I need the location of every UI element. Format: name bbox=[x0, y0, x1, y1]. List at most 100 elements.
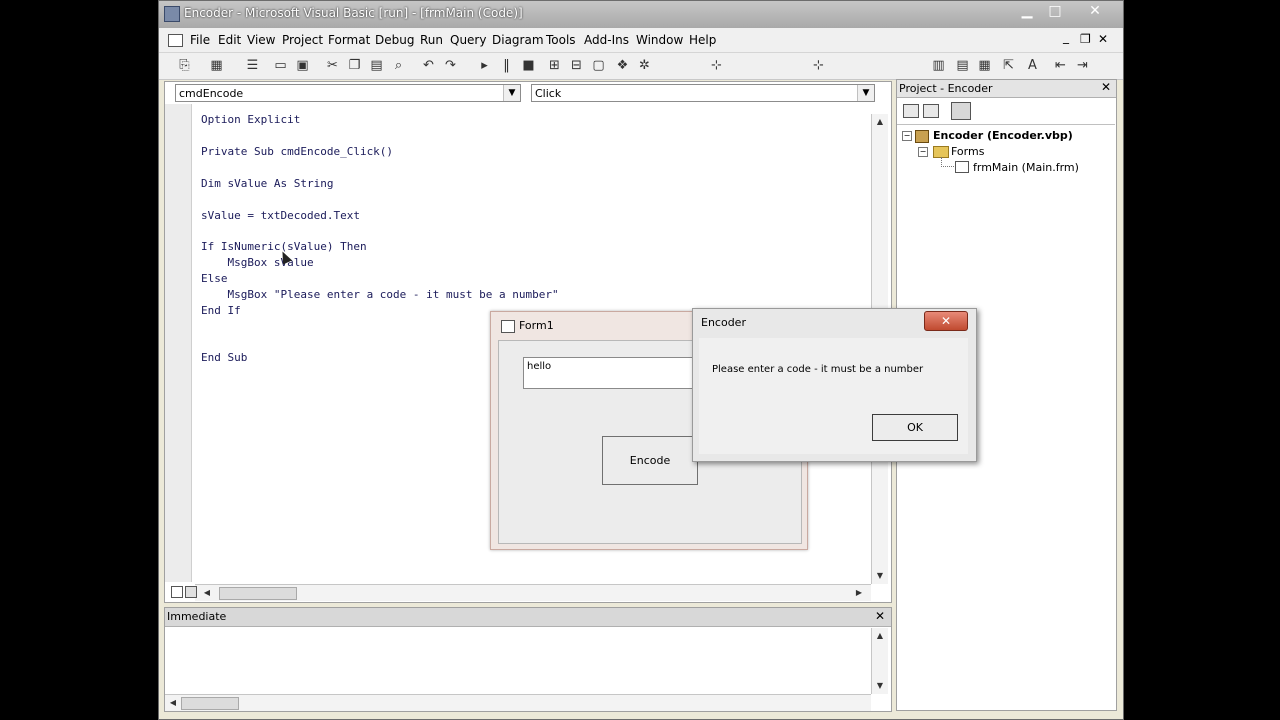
break-icon[interactable]: ‖ bbox=[498, 57, 515, 74]
full-module-view-icon[interactable] bbox=[185, 586, 197, 598]
tree-form-item[interactable]: frmMain (Main.frm) bbox=[973, 161, 1079, 174]
menu-view[interactable]: View bbox=[247, 33, 275, 47]
chevron-down-icon[interactable]: ▼ bbox=[503, 85, 520, 101]
close-window-button[interactable]: ✕ bbox=[1084, 2, 1106, 20]
menu-run[interactable]: Run bbox=[420, 33, 443, 47]
menu-tools[interactable]: Tools bbox=[546, 33, 576, 47]
object-combo-value: cmdEncode bbox=[179, 87, 244, 100]
maximize-button[interactable]: □ bbox=[1044, 2, 1066, 20]
scroll-down-icon[interactable]: ▼ bbox=[872, 678, 888, 694]
immediate-vertical-scrollbar[interactable]: ▲ ▼ bbox=[871, 628, 888, 694]
form-icon bbox=[501, 320, 515, 333]
add-form-icon[interactable]: ▦ bbox=[208, 57, 225, 74]
undo-icon[interactable]: ↶ bbox=[420, 57, 437, 74]
scroll-up-icon[interactable]: ▲ bbox=[872, 628, 888, 644]
save-project-icon[interactable]: ▣ bbox=[294, 57, 311, 74]
code-horizontal-scrollbar[interactable]: ◀ ▶ bbox=[195, 584, 871, 601]
view-object-icon[interactable] bbox=[923, 104, 939, 118]
code-line[interactable]: sValue = txtDecoded.Text bbox=[201, 209, 360, 222]
msgbox-close-button[interactable]: ✕ bbox=[924, 311, 968, 331]
scroll-up-icon[interactable]: ▲ bbox=[872, 114, 888, 130]
mdi-close-button[interactable]: ✕ bbox=[1098, 32, 1108, 46]
code-line[interactable]: Option Explicit bbox=[201, 113, 300, 126]
scroll-left-icon[interactable]: ◀ bbox=[165, 695, 181, 711]
form-layout-icon[interactable]: ▢ bbox=[590, 57, 607, 74]
tree-project-node[interactable]: Encoder (Encoder.vbp) bbox=[933, 129, 1073, 142]
menu-file[interactable]: File bbox=[190, 33, 210, 47]
menu-add-ins[interactable]: Add-Ins bbox=[584, 33, 629, 47]
tree-forms-folder[interactable]: Forms bbox=[951, 145, 984, 158]
project-explorer-icon[interactable]: ⊞ bbox=[546, 57, 563, 74]
code-line[interactable]: MsgBox "Please enter a code - it must be… bbox=[201, 288, 558, 301]
ok-button[interactable]: OK bbox=[872, 414, 958, 441]
decoded-textbox[interactable]: hello bbox=[523, 357, 705, 389]
code-line[interactable]: MsgBox sValue bbox=[201, 256, 313, 269]
start-icon[interactable]: ▸ bbox=[476, 57, 493, 74]
ok-button-label: OK bbox=[907, 421, 923, 434]
project-icon bbox=[915, 130, 929, 143]
object-combo[interactable]: cmdEncode ▼ bbox=[175, 84, 521, 102]
menu-editor-icon[interactable]: ☰ bbox=[244, 57, 261, 74]
menu-help[interactable]: Help bbox=[689, 33, 716, 47]
collapse-icon[interactable]: − bbox=[902, 131, 912, 141]
immediate-close-icon[interactable]: ✕ bbox=[875, 609, 885, 623]
object-browser-icon[interactable]: ❖ bbox=[614, 57, 631, 74]
menu-debug[interactable]: Debug bbox=[375, 33, 414, 47]
menu-diagram[interactable]: Diagram bbox=[492, 33, 544, 47]
menu-query[interactable]: Query bbox=[450, 33, 486, 47]
edit-toolbar-icon-1[interactable]: ▥ bbox=[930, 57, 947, 74]
view-code-icon[interactable] bbox=[903, 104, 919, 118]
immediate-title: Immediate bbox=[167, 610, 227, 623]
add-project-icon[interactable]: ⎘ bbox=[176, 57, 193, 74]
horizontal-scroll-thumb[interactable] bbox=[219, 587, 297, 600]
cut-icon[interactable]: ✂ bbox=[324, 57, 341, 74]
scroll-down-icon[interactable]: ▼ bbox=[872, 568, 888, 584]
menu-window[interactable]: Window bbox=[636, 33, 683, 47]
end-icon[interactable]: ■ bbox=[520, 57, 537, 74]
code-window-icon bbox=[168, 34, 183, 47]
encode-button[interactable]: Encode bbox=[602, 436, 698, 485]
mdi-minimize-button[interactable]: _ bbox=[1063, 30, 1069, 44]
immediate-window[interactable]: Immediate ✕ ▲ ▼ ◀ bbox=[164, 607, 892, 712]
edit-toolbar-icon-2[interactable]: ▤ bbox=[954, 57, 971, 74]
menu-edit[interactable]: Edit bbox=[218, 33, 241, 47]
code-line[interactable]: Private Sub cmdEncode_Click() bbox=[201, 145, 393, 158]
scroll-right-icon[interactable]: ▶ bbox=[851, 585, 867, 601]
vb-app-icon bbox=[164, 6, 180, 22]
open-project-icon[interactable]: ▭ bbox=[272, 57, 289, 74]
scroll-left-icon[interactable]: ◀ bbox=[199, 585, 215, 601]
toolbox-icon[interactable]: ✲ bbox=[636, 57, 653, 74]
procedure-view-icon[interactable] bbox=[171, 586, 183, 598]
redo-icon[interactable]: ↷ bbox=[442, 57, 459, 74]
properties-window-icon[interactable]: ⊟ bbox=[568, 57, 585, 74]
edit-toolbar-icon-3[interactable]: ▦ bbox=[976, 57, 993, 74]
size-icon: ⊹ bbox=[813, 58, 824, 73]
code-line[interactable]: End Sub bbox=[201, 351, 247, 364]
code-line[interactable]: Dim sValue As String bbox=[201, 177, 333, 190]
horizontal-scroll-thumb[interactable] bbox=[181, 697, 239, 710]
project-close-icon[interactable]: ✕ bbox=[1101, 80, 1111, 94]
procedure-combo[interactable]: Click ▼ bbox=[531, 84, 875, 102]
code-line[interactable]: End If bbox=[201, 304, 241, 317]
copy-icon[interactable]: ❐ bbox=[346, 57, 363, 74]
toggle-folders-icon[interactable] bbox=[951, 102, 971, 120]
minimize-button[interactable]: ▁ bbox=[1016, 2, 1038, 20]
project-header: Project - Encoder ✕ bbox=[897, 80, 1116, 98]
tree-connector bbox=[941, 157, 954, 167]
menu-project[interactable]: Project bbox=[282, 33, 323, 47]
msgbox-title: Encoder bbox=[701, 316, 746, 329]
find-icon[interactable]: ⌕ bbox=[390, 57, 407, 74]
position-icon: ⊹ bbox=[711, 58, 722, 73]
edit-toolbar-icon-4[interactable]: ⇱ bbox=[1000, 57, 1017, 74]
edit-toolbar-icon-7[interactable]: ⇥ bbox=[1074, 57, 1091, 74]
collapse-icon[interactable]: − bbox=[918, 147, 928, 157]
paste-icon[interactable]: ▤ bbox=[368, 57, 385, 74]
edit-toolbar-icon-6[interactable]: ⇤ bbox=[1052, 57, 1069, 74]
code-line[interactable]: Else bbox=[201, 272, 228, 285]
chevron-down-icon[interactable]: ▼ bbox=[857, 85, 874, 101]
edit-toolbar-icon-5[interactable]: A bbox=[1024, 57, 1041, 74]
immediate-horizontal-scrollbar[interactable]: ◀ bbox=[165, 694, 871, 711]
menu-format[interactable]: Format bbox=[328, 33, 370, 47]
window-title: Encoder - Microsoft Visual Basic [run] -… bbox=[184, 6, 523, 20]
mdi-restore-button[interactable]: ❐ bbox=[1080, 32, 1091, 46]
